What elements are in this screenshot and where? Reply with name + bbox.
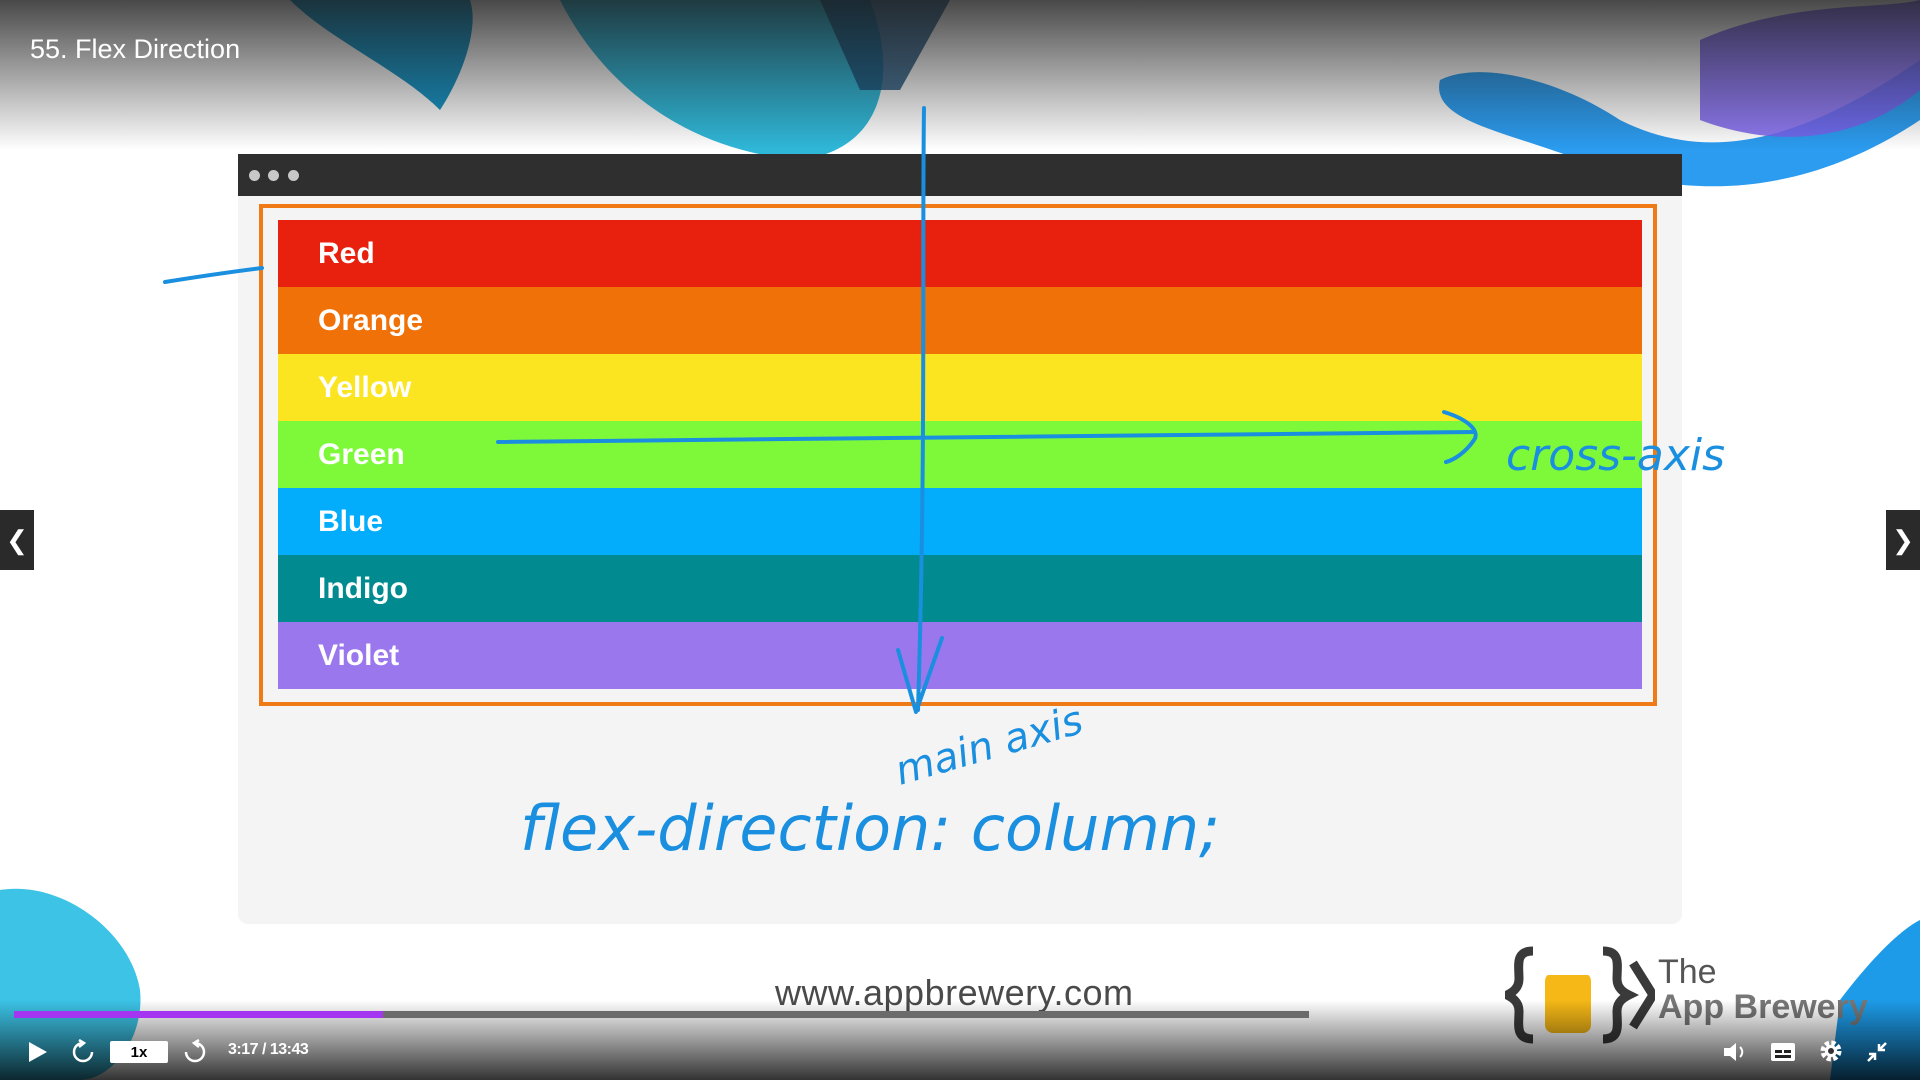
play-button[interactable]: [22, 1037, 52, 1067]
ink-annotations: cross-axis main axis flex-direction: col…: [163, 106, 1725, 865]
playback-speed-button[interactable]: 1x: [110, 1041, 168, 1063]
exit-fullscreen-button[interactable]: [1862, 1038, 1892, 1066]
chevron-left-icon: ❮: [6, 524, 28, 555]
cross-axis-arrowhead: [1442, 410, 1478, 464]
next-lecture-button[interactable]: ❯: [1886, 510, 1920, 570]
chevron-right-icon: ❯: [1892, 524, 1914, 555]
time-display: 3:17 / 13:43: [228, 1041, 309, 1058]
cross-axis-arrow-line: [496, 430, 1476, 444]
play-icon: [29, 1042, 47, 1062]
volume-icon: [1724, 1043, 1744, 1061]
volume-button[interactable]: [1720, 1038, 1750, 1066]
captions-button[interactable]: [1768, 1038, 1798, 1066]
main-axis-label: main axis: [890, 697, 1088, 794]
settings-button[interactable]: [1816, 1036, 1846, 1066]
video-frame: 55. Flex Direction Red Orange Yellow Green B…: [0, 0, 1920, 1080]
logo-text-the: The: [1658, 953, 1717, 991]
rewind-button[interactable]: [68, 1037, 98, 1067]
gear-icon: [1820, 1040, 1842, 1062]
main-axis-arrow-line: [916, 106, 926, 712]
rewind-icon: [72, 1039, 94, 1063]
prev-lecture-button[interactable]: ❮: [0, 510, 34, 570]
cross-axis-label: cross-axis: [1506, 430, 1725, 481]
forward-button[interactable]: [180, 1037, 210, 1067]
captions-icon: [1771, 1043, 1795, 1061]
ink-stroke-left: [163, 266, 264, 284]
progress-bar-fill: [14, 1011, 384, 1018]
exit-fullscreen-icon: [1867, 1042, 1887, 1062]
code-annotation: flex-direction: column;: [520, 792, 1220, 865]
forward-icon: [184, 1039, 206, 1063]
